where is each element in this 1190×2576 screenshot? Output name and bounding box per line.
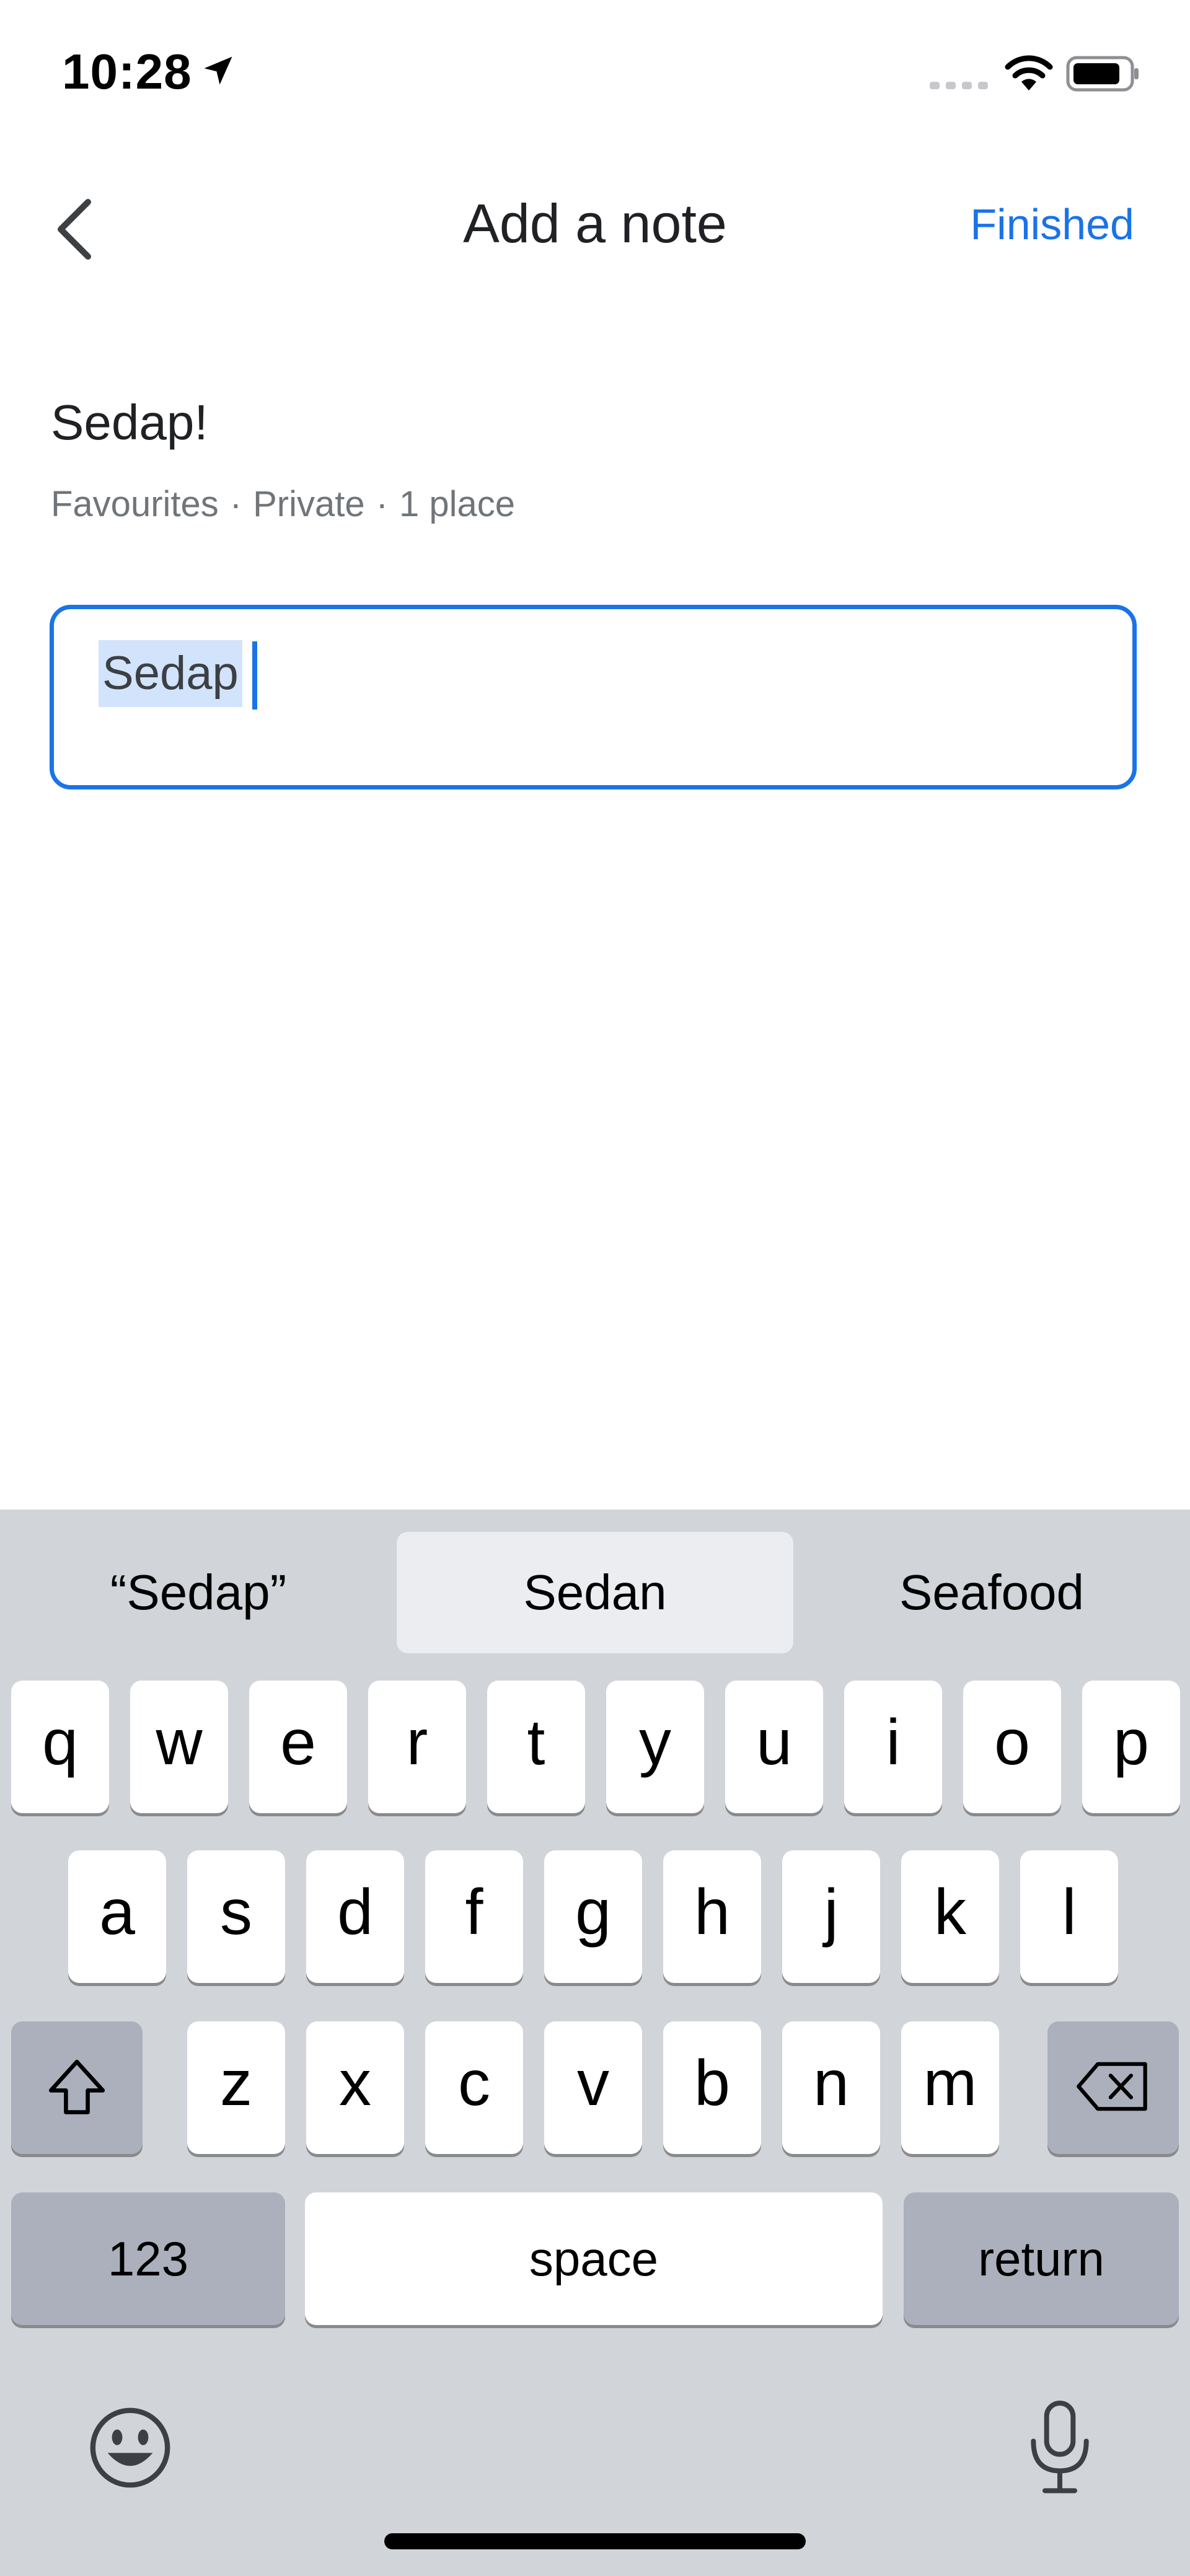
note-input[interactable]: Sedap (50, 605, 1137, 789)
list-meta: Favourites · Private · 1 place (51, 483, 515, 525)
backspace-icon (1077, 2062, 1147, 2111)
key-m[interactable]: m (901, 2021, 999, 2154)
text-cursor (252, 641, 257, 710)
key-k[interactable]: k (901, 1850, 999, 1983)
key-e[interactable]: e (249, 1681, 347, 1813)
battery-icon (1066, 56, 1139, 92)
numbers-key[interactable]: 123 (11, 2192, 285, 2325)
suggestion-1[interactable]: “Sedap” (0, 1532, 397, 1653)
status-time: 10:28 (62, 44, 192, 99)
key-p[interactable]: p (1082, 1681, 1180, 1813)
key-j[interactable]: j (782, 1850, 880, 1983)
key-v[interactable]: v (544, 2021, 642, 2154)
key-y[interactable]: y (606, 1681, 704, 1813)
list-name: Sedap! (51, 395, 208, 450)
note-input-value[interactable]: Sedap (99, 640, 242, 707)
microphone-icon[interactable] (1016, 2398, 1103, 2497)
list-place-count: 1 place (399, 484, 515, 524)
key-l[interactable]: l (1020, 1850, 1118, 1983)
key-x[interactable]: x (306, 2021, 404, 2154)
home-indicator (384, 2533, 806, 2549)
signal-icon (930, 82, 988, 89)
key-i[interactable]: i (844, 1681, 942, 1813)
key-a[interactable]: a (68, 1850, 166, 1983)
meta-separator: · (376, 484, 388, 524)
finished-button[interactable]: Finished (970, 200, 1134, 249)
key-s[interactable]: s (187, 1850, 285, 1983)
keyboard: “Sedap” Sedan Seafood qwertyuiop asdfghj… (0, 1510, 1190, 2576)
emoji-icon[interactable] (87, 2404, 174, 2491)
suggestion-2[interactable]: Sedan (397, 1532, 793, 1653)
wifi-icon (1005, 55, 1053, 90)
key-z[interactable]: z (187, 2021, 285, 2154)
key-g[interactable]: g (544, 1850, 642, 1983)
key-w[interactable]: w (130, 1681, 228, 1813)
meta-separator: · (229, 484, 242, 524)
key-c[interactable]: c (425, 2021, 523, 2154)
key-d[interactable]: d (306, 1850, 404, 1983)
key-n[interactable]: n (782, 2021, 880, 2154)
location-arrow-icon (204, 56, 232, 85)
shift-icon (48, 2059, 105, 2114)
key-r[interactable]: r (368, 1681, 466, 1813)
key-h[interactable]: h (663, 1850, 761, 1983)
key-q[interactable]: q (11, 1681, 109, 1813)
list-privacy: Private (253, 484, 365, 524)
key-t[interactable]: t (487, 1681, 585, 1813)
key-u[interactable]: u (725, 1681, 823, 1813)
list-visibility-category: Favourites (51, 484, 219, 524)
key-f[interactable]: f (425, 1850, 523, 1983)
back-arrow-icon[interactable] (43, 192, 112, 266)
suggestion-3[interactable]: Seafood (793, 1532, 1190, 1653)
shift-key[interactable] (11, 2021, 143, 2154)
key-b[interactable]: b (663, 2021, 761, 2154)
key-o[interactable]: o (963, 1681, 1061, 1813)
page-title: Add a note (463, 193, 727, 254)
return-key[interactable]: return (904, 2192, 1179, 2325)
space-key[interactable]: space (305, 2192, 883, 2325)
backspace-key[interactable] (1047, 2021, 1179, 2154)
